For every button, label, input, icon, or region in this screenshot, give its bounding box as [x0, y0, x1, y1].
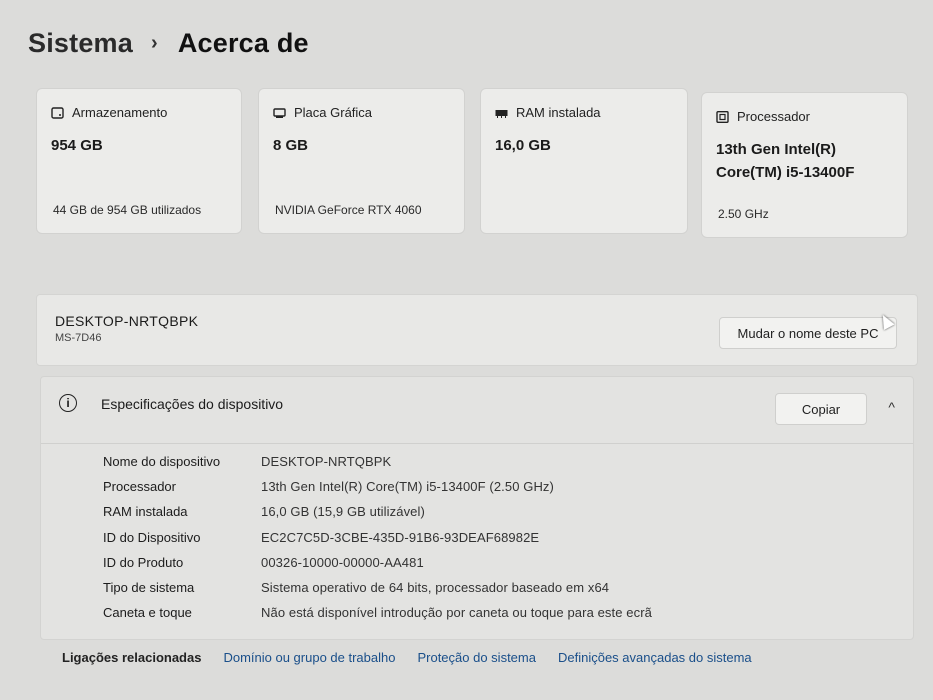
- chevron-up-icon[interactable]: ^: [888, 399, 895, 415]
- link-domain-workgroup[interactable]: Domínio ou grupo de trabalho: [223, 650, 395, 665]
- storage-icon: [51, 106, 64, 119]
- cpu-icon: [716, 110, 729, 123]
- spec-value: Não está disponível introdução por canet…: [261, 605, 652, 621]
- spec-row: ID do Dispositivo EC2C7C5D-3CBE-435D-91B6…: [103, 525, 903, 550]
- breadcrumb: Sistema › Acerca de: [28, 28, 309, 59]
- rename-pc-button[interactable]: Mudar o nome deste PC: [719, 317, 897, 349]
- ram-card-value: 16,0 GB: [495, 137, 551, 154]
- spec-row: ID do Produto 00326-10000-00000-AA481: [103, 550, 903, 575]
- spec-row: Processador 13th Gen Intel(R) Core(TM) i5…: [103, 474, 903, 499]
- ram-icon: [495, 109, 508, 118]
- gpu-icon: [273, 107, 286, 118]
- pc-name: DESKTOP-NRTQBPK: [55, 313, 199, 329]
- ram-card[interactable]: RAM instalada 16,0 GB: [480, 88, 688, 234]
- device-specs-title: Especificações do dispositivo: [101, 396, 284, 412]
- cpu-card-value-line1: 13th Gen Intel(R): [716, 141, 837, 158]
- spec-label: Tipo de sistema: [103, 580, 195, 596]
- spec-value: 13th Gen Intel(R) Core(TM) i5-13400F (2.…: [261, 479, 554, 495]
- gpu-card-title: Placa Gráfica: [294, 105, 373, 120]
- info-icon: i: [59, 394, 77, 412]
- gpu-card-value: 8 GB: [273, 137, 309, 154]
- chevron-right-icon: ›: [150, 32, 158, 54]
- link-advanced-system-settings[interactable]: Definições avançadas do sistema: [558, 650, 752, 665]
- spec-row: Tipo de sistema Sistema operativo de 64 b…: [103, 575, 903, 600]
- cpu-card[interactable]: Processador 13th Gen Intel(R) Core(TM) i…: [701, 92, 908, 238]
- cpu-card-value-line2: Core(TM) i5-13400F: [716, 164, 855, 181]
- spec-row: RAM instalada 16,0 GB (15,9 GB utilizável…: [103, 499, 903, 524]
- related-links-label: Ligações relacionadas: [62, 650, 202, 665]
- storage-card[interactable]: Armazenamento 954 GB 44 GB de 954 GB uti…: [36, 88, 242, 234]
- storage-card-value: 954 GB: [51, 137, 103, 154]
- spec-row: Caneta e toque Não está disponível introd…: [103, 600, 903, 625]
- copy-button[interactable]: Copiar: [775, 393, 867, 425]
- pc-name-bar: DESKTOP-NRTQBPK MS-7D46 Mudar o nome des…: [36, 294, 918, 366]
- storage-card-sub: 44 GB de 954 GB utilizados: [53, 203, 202, 217]
- pc-model: MS-7D46: [55, 332, 102, 344]
- spec-label: ID do Dispositivo: [103, 529, 201, 545]
- spec-rows: Nome do dispositivo DESKTOP-NRTQBPK Proce…: [103, 449, 903, 625]
- device-specs-header[interactable]: i Especificações do dispositivo Copiar ^: [41, 377, 913, 444]
- page-title: Acerca de: [177, 28, 309, 58]
- cpu-card-title: Processador: [737, 109, 810, 124]
- device-specs-panel: i Especificações do dispositivo Copiar ^…: [40, 376, 914, 640]
- spec-value: DESKTOP-NRTQBPK: [261, 454, 392, 470]
- spec-value: EC2C7C5D-3CBE-435D-91B6-93DEAF68982E: [261, 529, 540, 545]
- ram-card-title: RAM instalada: [516, 105, 601, 120]
- spec-value: 00326-10000-00000-AA481: [261, 554, 424, 570]
- storage-card-title: Armazenamento: [72, 105, 168, 120]
- cpu-card-sub: 2.50 GHz: [718, 207, 769, 221]
- related-links: Ligações relacionadas Domínio ou grupo d…: [62, 650, 774, 665]
- spec-label: ID do Produto: [103, 554, 184, 570]
- gpu-card[interactable]: Placa Gráfica 8 GB NVIDIA GeForce RTX 40…: [258, 88, 465, 234]
- breadcrumb-parent[interactable]: Sistema: [28, 28, 133, 59]
- spec-label: RAM instalada: [103, 504, 188, 520]
- spec-value: Sistema operativo de 64 bits, processado…: [261, 580, 610, 596]
- spec-label: Processador: [103, 479, 176, 495]
- spec-row: Nome do dispositivo DESKTOP-NRTQBPK: [103, 449, 903, 474]
- spec-label: Nome do dispositivo: [103, 454, 221, 470]
- cpu-card-value: 13th Gen Intel(R) Core(TM) i5-13400F: [716, 138, 893, 184]
- gpu-card-sub: NVIDIA GeForce RTX 4060: [275, 203, 422, 217]
- spec-value: 16,0 GB (15,9 GB utilizável): [261, 504, 425, 520]
- spec-label: Caneta e toque: [103, 605, 192, 621]
- link-system-protection[interactable]: Proteção do sistema: [417, 650, 536, 665]
